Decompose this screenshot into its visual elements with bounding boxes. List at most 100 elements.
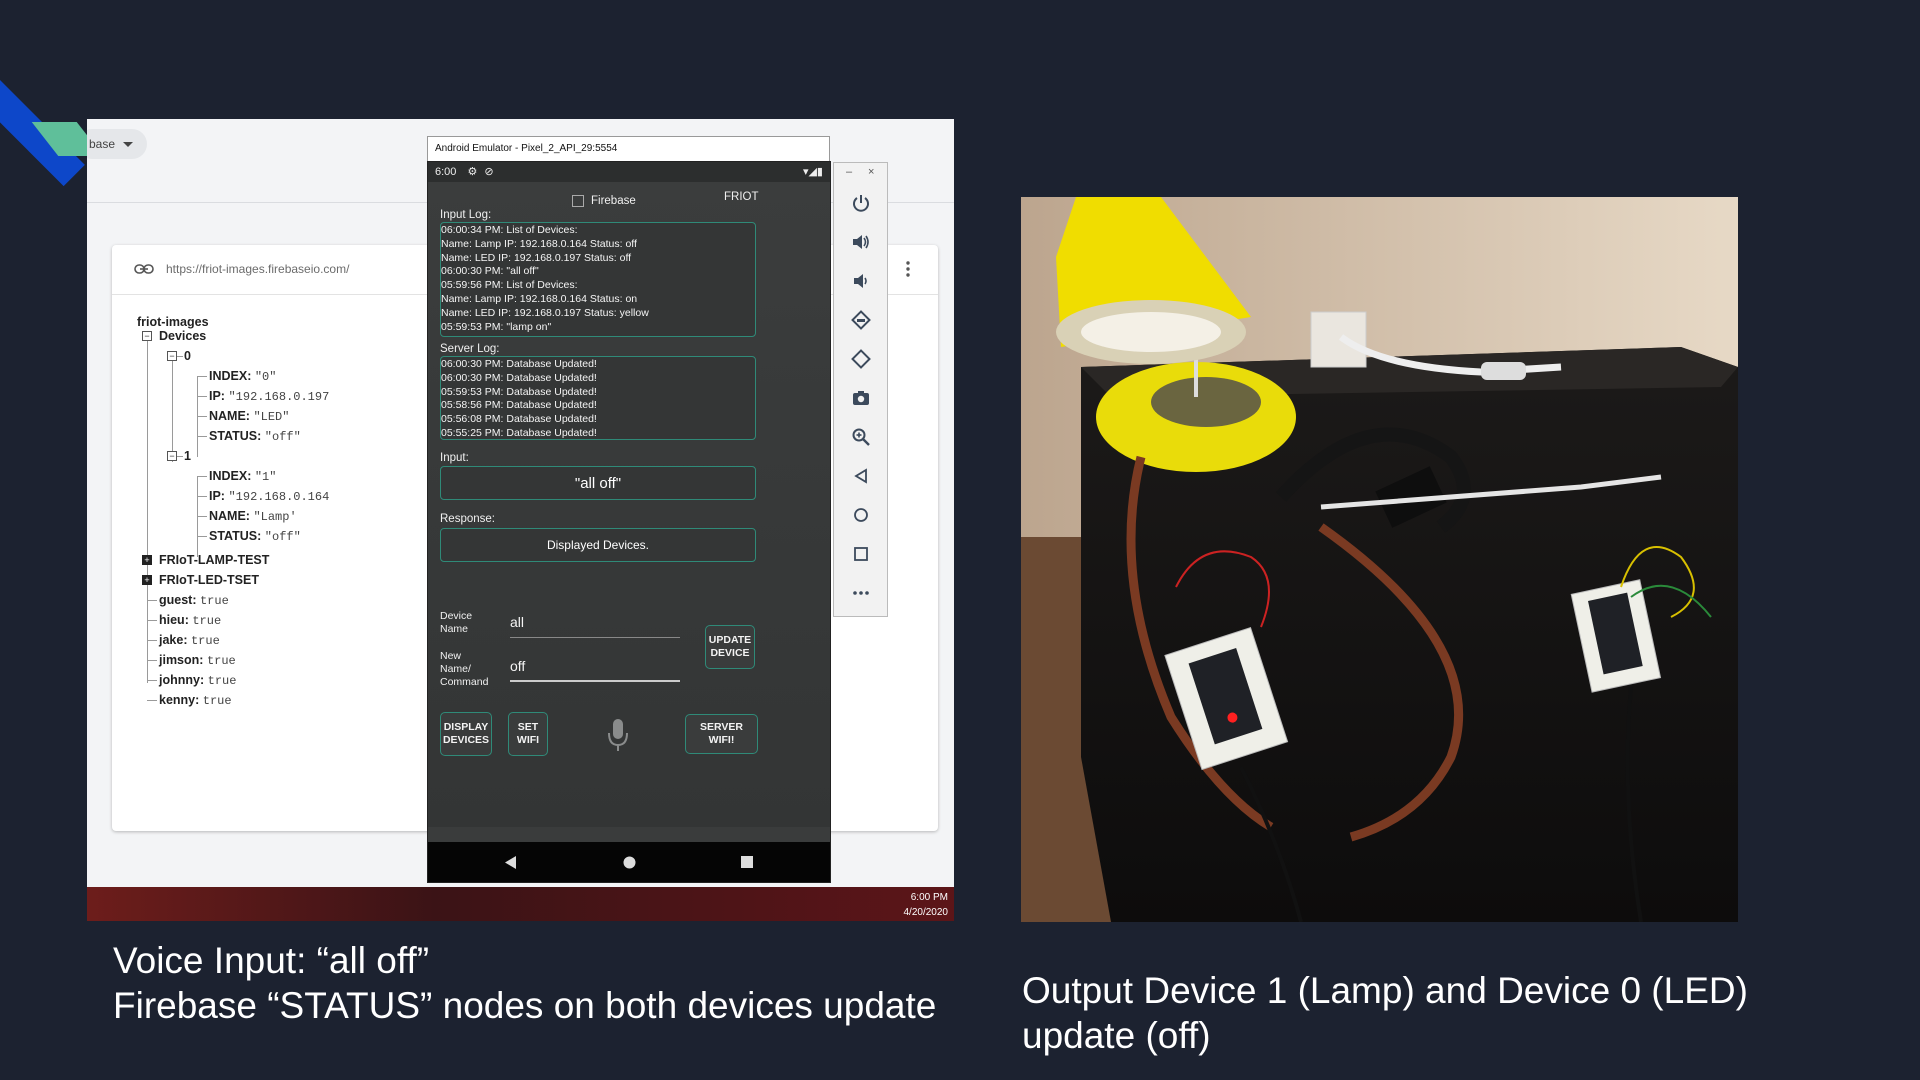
log-line: Name: LED IP: 192.168.0.197 Status: yell… [441,306,649,319]
device-name-label: Device Name [440,610,473,635]
screenshot-panel: base https://friot-images.firebaseio.com… [87,119,954,921]
tree-leaf-ip[interactable]: IP: "192.168.0.197 [209,389,329,404]
slide: base https://friot-images.firebaseio.com… [0,0,1920,1080]
tree-leaf-user[interactable]: jimson: true [159,653,236,668]
log-line: Name: LED IP: 192.168.0.197 Status: off [441,251,632,264]
power-icon[interactable] [851,193,871,213]
taskbar-clock[interactable]: 6:00 PM 4/20/2020 [904,890,949,920]
recents-icon[interactable] [741,856,753,868]
volume-down-icon[interactable] [851,271,871,291]
close-icon[interactable]: × [868,166,874,178]
emulator-title-bar[interactable]: Android Emulator - Pixel_2_API_29:5554 [427,136,830,162]
android-nav-bar [428,842,830,882]
back-icon[interactable] [851,466,871,486]
tree-leaf-ip[interactable]: IP: "192.168.0.164 [209,489,329,504]
input-log-text: 06:00:34 PM: List of Devices: Name: Lamp … [441,223,649,335]
overview-icon[interactable] [851,544,871,564]
tree-leaf-user[interactable]: hieu: true [159,613,221,628]
tree-leaf-index[interactable]: INDEX: "1" [209,469,276,484]
tree-node-devices[interactable]: Devices [159,329,206,343]
log-line: 06:00:30 PM: "all off" [441,265,539,278]
more-horiz-icon[interactable] [851,583,871,603]
log-line: 05:56:08 PM: Database Updated! [441,413,597,426]
log-line: 06:00:30 PM: Database Updated! [441,358,597,370]
log-line: 05:55:25 PM: Database Updated! [441,426,597,439]
emulator-toolbar: – × [833,162,888,617]
app-title: FRIOT [724,191,759,203]
input-log-label: Input Log: [440,209,492,221]
right-caption: Output Device 1 (Lamp) and Device 0 (LED… [1022,970,1748,1056]
new-name-input[interactable]: off [510,658,680,682]
tree-leaf-user[interactable]: kenny: true [159,693,232,708]
chevron-down-icon [123,141,134,147]
rotate-right-icon[interactable] [851,349,871,369]
project-selector[interactable]: base [87,129,147,159]
response-display[interactable]: Displayed Devices. [440,528,756,562]
display-devices-button[interactable]: DISPLAY DEVICES [440,712,492,756]
left-caption: Voice Input: “all off” Firebase “STATUS”… [113,938,993,1028]
log-line: Name: Lamp IP: 192.168.0.164 Status: on [441,292,638,305]
rotate-left-icon[interactable] [851,310,871,330]
camera-icon[interactable] [851,388,871,408]
lamp-and-led-photo [1021,197,1738,922]
home-icon[interactable] [623,856,636,869]
tree-leaf-user[interactable]: johnny: true [159,673,236,688]
caption-line-1: Voice Input: “all off” [113,940,430,981]
log-line: Name: Lamp IP: 192.168.0.164 Status: off [441,237,637,250]
dnd-icon: ⊘ [484,166,494,178]
device-name-input[interactable]: all [510,614,680,638]
expand-lamp-test-icon[interactable]: + [142,555,152,565]
tree-leaf-name[interactable]: NAME: "LED" [209,409,289,424]
tree-leaf-name[interactable]: NAME: "Lamp' [209,509,297,524]
update-device-button[interactable]: UPDATE DEVICE [705,625,755,669]
input-display[interactable]: "all off" [440,466,756,500]
collapse-device0-icon[interactable]: − [167,351,177,361]
database-url[interactable]: https://friot-images.firebaseio.com/ [166,262,349,276]
collapse-device1-icon[interactable]: − [167,451,177,461]
input-log-box[interactable]: 06:00:34 PM: List of Devices: Name: Lamp … [440,222,756,337]
tree-node-device0[interactable]: 0 [184,349,191,363]
log-line: 06:00:30 PM: Database Updated! [441,371,597,384]
server-log-text: 06:00:30 PM: Database Updated! 06:00:30 P… [441,357,597,439]
windows-taskbar: 6:00 PM 4/20/2020 [87,887,954,921]
android-status-bar: 6:00 ⚙ ⊘ ▾◢▮ [428,162,830,182]
zoom-icon[interactable] [851,427,871,447]
signal-battery-icons: ▾◢▮ [802,166,823,178]
response-label: Response: [440,513,495,525]
server-wifi-button[interactable]: SERVER WIFI! [685,714,758,754]
back-icon[interactable] [505,856,517,869]
log-line: 05:59:56 PM: List of Devices: [441,279,578,292]
tree-leaf-index[interactable]: INDEX: "0" [209,369,276,384]
firebase-checkbox-label: Firebase [591,195,636,207]
firebase-checkbox[interactable] [572,195,584,207]
emulator-screen: 6:00 ⚙ ⊘ ▾◢▮ Firebase FRIOT Input Log: 0… [427,161,831,883]
tree-node-device1[interactable]: 1 [184,449,191,463]
hardware-photo [1021,197,1738,922]
new-name-label: New Name/ Command [440,650,489,688]
tree-leaf-status[interactable]: STATUS: "off" [209,529,301,544]
more-vert-icon[interactable] [906,260,910,278]
status-time: 6:00 [435,166,457,178]
tree-node-lamp-test[interactable]: FRIoT-LAMP-TEST [159,553,269,567]
log-line: 05:59:53 PM: Database Updated! [441,385,597,398]
collapse-devices-icon[interactable]: − [142,331,152,341]
server-log-label: Server Log: [440,343,500,355]
home-icon[interactable] [851,505,871,525]
set-wifi-button[interactable]: SET WIFI [508,712,548,756]
tree-node-led-test[interactable]: FRIoT-LED-TSET [159,573,259,587]
tree-root[interactable]: friot-images [137,315,209,329]
log-line: 05:58:56 PM: Database Updated! [441,399,597,412]
log-line: 06:00:34 PM: List of Devices: [441,224,578,236]
project-selector-label: base [89,137,116,151]
log-line: 05:59:53 PM: "lamp on" [441,320,552,333]
minimize-icon[interactable]: – [846,166,852,178]
input-label: Input: [440,452,469,464]
server-log-box[interactable]: 06:00:30 PM: Database Updated! 06:00:30 P… [440,356,756,440]
expand-led-test-icon[interactable]: + [142,575,152,585]
microphone-icon[interactable] [607,718,629,752]
volume-up-icon[interactable] [851,232,871,252]
caption-line-2: Firebase “STATUS” nodes on both devices … [113,985,937,1026]
tree-leaf-user[interactable]: guest: true [159,593,229,608]
tree-leaf-user[interactable]: jake: true [159,633,220,648]
tree-leaf-status[interactable]: STATUS: "off" [209,429,301,444]
